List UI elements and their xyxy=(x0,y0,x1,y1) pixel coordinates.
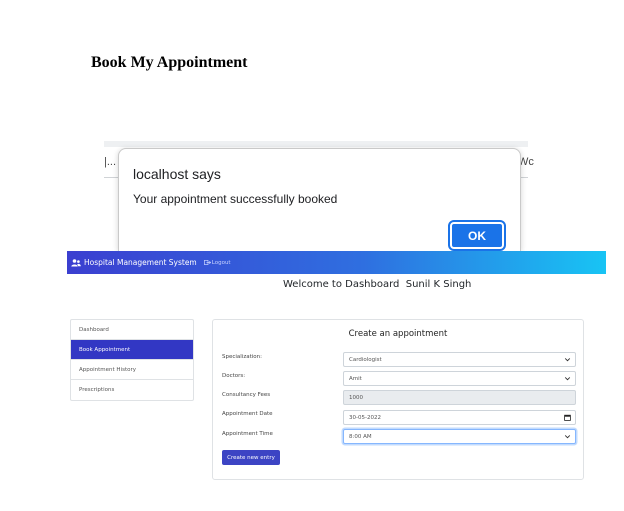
logout-label: Logout xyxy=(211,259,231,266)
consultancy-fees-value: 1000 xyxy=(349,394,363,401)
appointment-time-select[interactable]: 8:00 AM xyxy=(343,429,576,444)
document-title: Book My Appointment xyxy=(91,54,248,71)
doctors-select[interactable]: Amit xyxy=(343,371,576,386)
doctors-value: Amit xyxy=(349,375,362,382)
specialization-select[interactable]: Cardiologist xyxy=(343,352,576,367)
background-page-fragment-left: |... xyxy=(104,156,117,168)
appointment-time-value: 8:00 AM xyxy=(349,433,372,440)
sidebar-item-book-appointment[interactable]: Book Appointment xyxy=(71,340,193,360)
logout-icon xyxy=(203,260,211,265)
consultancy-fees-label: Consultancy Fees xyxy=(222,392,271,398)
nav-brand-label: Hospital Management System xyxy=(84,258,197,267)
specialization-value: Cardiologist xyxy=(349,356,382,363)
specialization-label: Specialization: xyxy=(222,354,262,360)
appointment-time-label: Appointment Time xyxy=(222,431,273,437)
create-new-entry-button[interactable]: Create new entry xyxy=(222,450,280,465)
doctors-label: Doctors: xyxy=(222,373,246,379)
chevron-down-icon xyxy=(564,433,571,440)
sidebar-item-prescriptions[interactable]: Prescriptions xyxy=(71,380,193,400)
calendar-icon[interactable] xyxy=(564,414,571,421)
chevron-down-icon xyxy=(564,356,571,363)
welcome-message: Welcome to Dashboard Sunil K Singh xyxy=(283,279,472,290)
alert-message: Your appointment successfully booked xyxy=(133,192,338,206)
sidebar: Dashboard Book Appointment Appointment H… xyxy=(70,319,194,401)
alert-dialog: localhost says Your appointment successf… xyxy=(118,148,521,251)
app-navbar: Hospital Management System Logout xyxy=(67,251,606,274)
sidebar-item-dashboard[interactable]: Dashboard xyxy=(71,320,193,340)
alert-ok-button[interactable]: OK xyxy=(448,220,506,251)
appointment-date-input[interactable]: 30-05-2022 xyxy=(343,410,576,425)
background-page-strip xyxy=(104,141,528,147)
sidebar-item-appointment-history[interactable]: Appointment History xyxy=(71,360,193,380)
users-icon xyxy=(71,258,81,267)
appointment-card: Create an appointment Specialization: Ca… xyxy=(212,319,584,480)
card-title: Create an appointment xyxy=(348,329,448,339)
nav-brand[interactable]: Hospital Management System xyxy=(71,258,197,267)
logout-link[interactable]: Logout xyxy=(203,259,231,266)
appointment-date-value: 30-05-2022 xyxy=(349,414,381,421)
chevron-down-icon xyxy=(564,375,571,382)
consultancy-fees-field: 1000 xyxy=(343,390,576,405)
alert-title: localhost says xyxy=(133,166,221,182)
appointment-date-label: Appointment Date xyxy=(222,411,273,417)
